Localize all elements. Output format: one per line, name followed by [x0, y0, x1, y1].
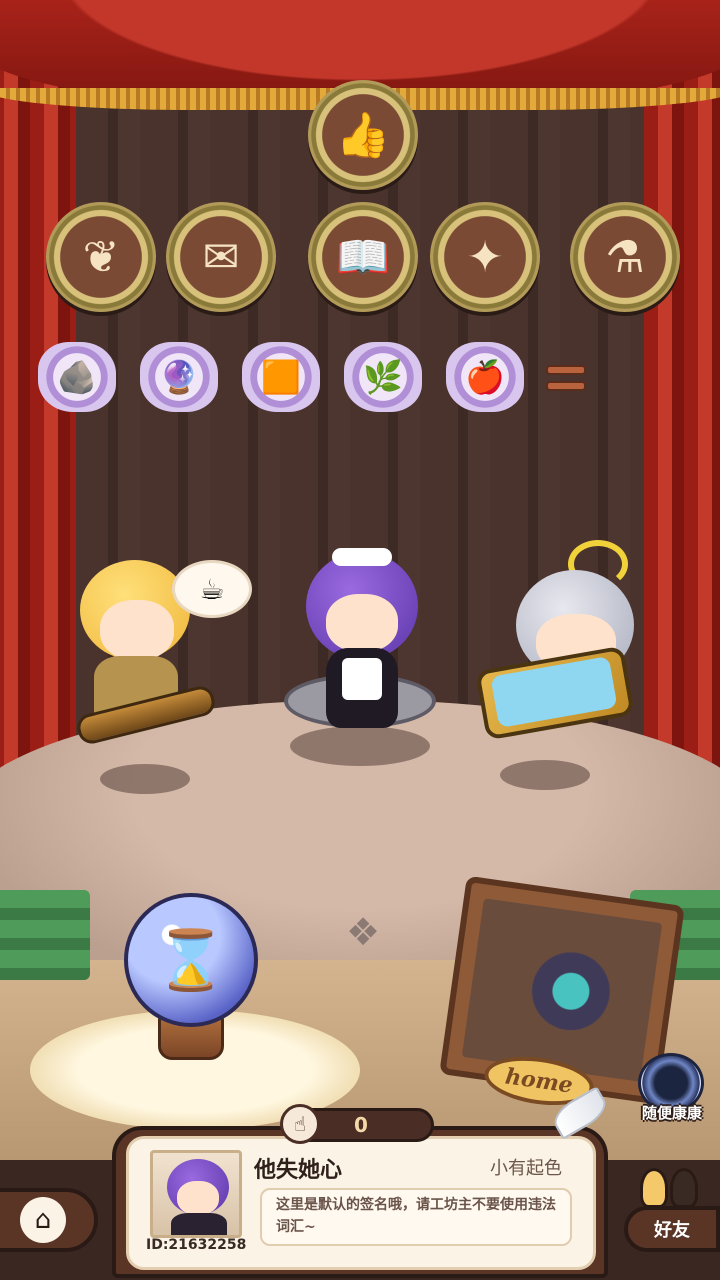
apple-material[interactable]: 🍎 — [446, 342, 524, 412]
mirror-material[interactable]: 🔮 — [140, 342, 218, 412]
mirror-icon: 🔮 — [159, 358, 199, 396]
apple-icon: 🍎 — [465, 358, 505, 396]
cauldron-badge[interactable]: ⚗ — [570, 202, 680, 312]
fairy-badge[interactable]: ✦ — [430, 202, 540, 312]
left-stairs — [0, 890, 90, 980]
crystal-ball-button[interactable]: ⌛ — [124, 893, 258, 1027]
avatar[interactable] — [150, 1150, 242, 1238]
ore-material[interactable]: 🪨 — [38, 342, 116, 412]
player-name: 他失她心 — [254, 1158, 343, 1183]
menu-icon[interactable] — [546, 358, 586, 398]
stage-ornament: ❖ — [345, 910, 381, 954]
hand-icon: ☝ — [293, 1112, 307, 1136]
thumbs-up-badge[interactable]: 👍 — [308, 80, 418, 190]
ore-icon: 🪨 — [57, 358, 97, 396]
fairy-icon: ✦ — [466, 231, 504, 283]
thumbs-up-icon: 👍 — [335, 110, 391, 161]
like-count: 0 — [354, 1113, 368, 1137]
speech-bubble: ☕ — [172, 560, 252, 618]
herb-icon: 🌿 — [363, 358, 403, 396]
game-scene: 👍 ❦ ✉ 📖 ✦ ⚗ 🪨 🔮 🟧 🌿 🍎 ❖ ☕ ⌛ home 随便康康 ID… — [0, 0, 720, 1280]
player-rank: 小有起色 — [490, 1158, 562, 1179]
cauldron-icon: ⚗ — [605, 231, 645, 283]
certificate-icon: ✉ — [202, 231, 240, 283]
amber-material[interactable]: 🟧 — [242, 342, 320, 412]
maid-character[interactable] — [280, 548, 440, 748]
friends-icon — [634, 1160, 704, 1208]
book-icon: 📖 — [335, 232, 391, 283]
like-button[interactable]: ☝ — [280, 1104, 320, 1144]
amber-icon: 🟧 — [261, 358, 301, 396]
signature-text: 这里是默认的签名哦，请工坊主不要使用违法词汇~ — [260, 1188, 572, 1246]
house-icon: ⌂ — [20, 1197, 66, 1243]
angel-character[interactable] — [460, 540, 660, 750]
friends-label: 好友 — [654, 1220, 690, 1241]
cauldron-picture — [461, 898, 663, 1082]
book-badge[interactable]: 📖 — [308, 202, 418, 312]
herb-material[interactable]: 🌿 — [344, 342, 422, 412]
hourglass-icon: ⌛ — [154, 925, 228, 994]
ornament-icon: ❦ — [82, 231, 120, 283]
coffee-cup-icon: ☕ — [199, 572, 225, 606]
home-button[interactable]: ⌂ — [0, 1188, 98, 1252]
friends-button[interactable]: 好友 — [624, 1206, 720, 1252]
player-id: ID:21632258 — [146, 1237, 247, 1253]
random-visit-label[interactable]: 随便康康 — [626, 1102, 718, 1123]
certificate-badge[interactable]: ✉ — [166, 202, 276, 312]
character-shadow — [500, 760, 590, 790]
ornament-badge[interactable]: ❦ — [46, 202, 156, 312]
